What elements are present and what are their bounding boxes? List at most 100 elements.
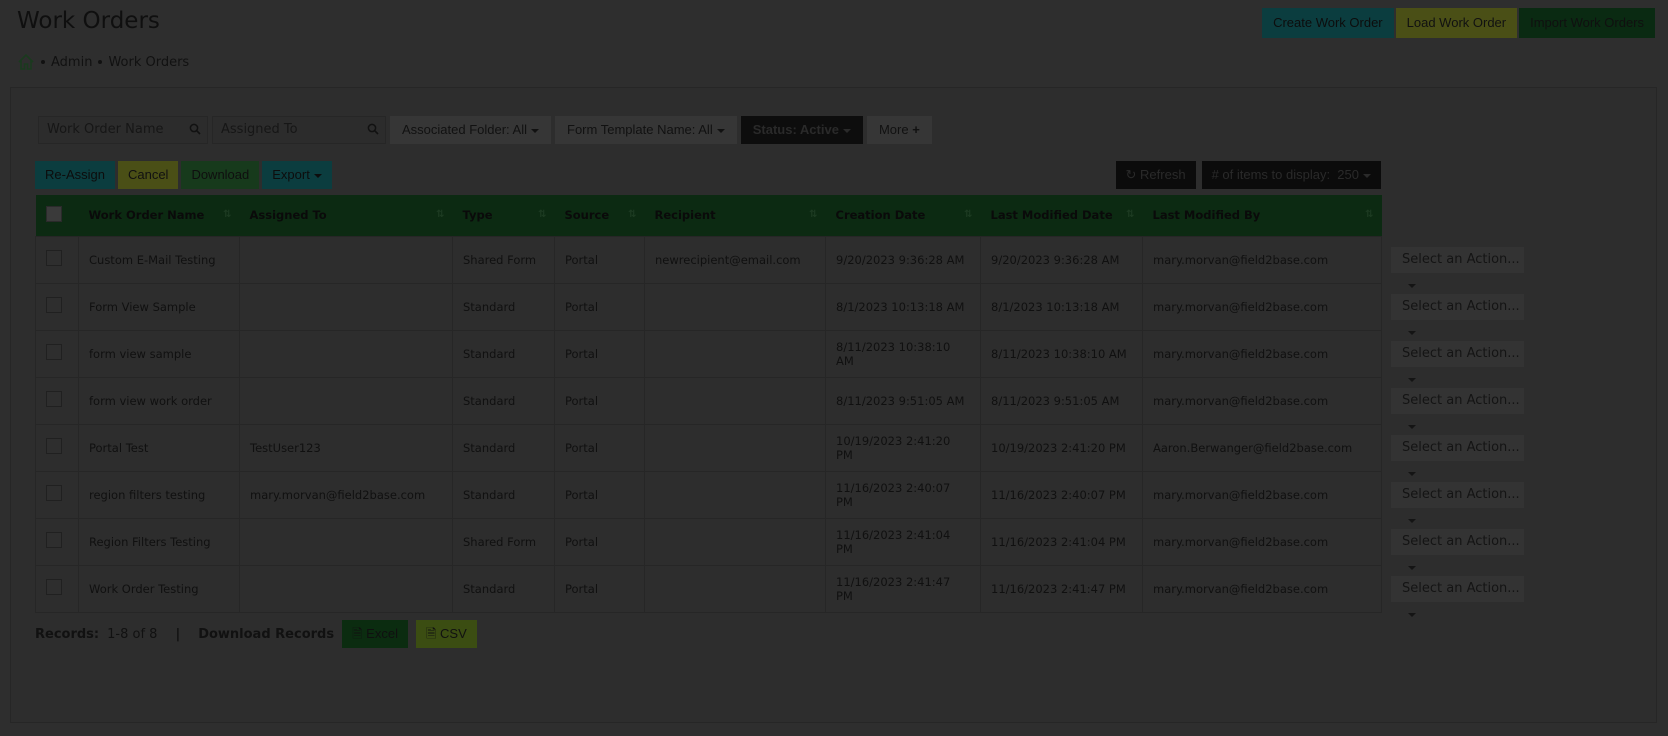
table-cell: Standard xyxy=(452,376,555,425)
row-checkbox[interactable] xyxy=(46,391,62,407)
items-per-page-value: 250 xyxy=(1337,167,1359,182)
sort-icon: ⇅ xyxy=(538,209,547,220)
table-cell: Shared Form xyxy=(452,235,555,284)
row-select-cell xyxy=(35,423,79,472)
table-row[interactable]: form view sample Standard Portal 8/11/2023 … xyxy=(35,329,1382,378)
table-cell: mary.morvan@field2base.com xyxy=(1142,282,1382,331)
table-cell: Portal xyxy=(554,564,645,613)
header-recipient[interactable]: Recipient ⇅ xyxy=(645,195,826,236)
row-action-select[interactable]: Select an Action... xyxy=(1391,435,1524,476)
table-cell: 11/16/2023 2:41:47 PM xyxy=(980,564,1143,613)
header-last-modified-by[interactable]: Last Modified By ⇅ xyxy=(1143,195,1382,236)
table-cell: mary.morvan@field2base.com xyxy=(1142,517,1382,566)
export-button[interactable]: Export xyxy=(262,161,332,189)
form-template-filter[interactable]: Form Template Name: All xyxy=(555,116,737,144)
header-last-modified-date[interactable]: Last Modified Date ⇅ xyxy=(981,195,1143,236)
excel-download-button[interactable]: 🗎 Excel xyxy=(342,620,408,648)
more-filters-button[interactable]: More + xyxy=(866,116,932,144)
chevron-down-icon xyxy=(1408,518,1416,523)
sort-icon: ⇅ xyxy=(809,209,818,220)
header-label: Work Order Name xyxy=(88,208,205,223)
table-row[interactable]: Form View Sample Standard Portal 8/1/2023 1… xyxy=(35,282,1382,331)
table-row[interactable]: Work Order Testing Standard Portal 11/16/20… xyxy=(35,564,1382,613)
chevron-down-icon xyxy=(1408,424,1416,429)
sort-icon: ⇅ xyxy=(964,209,973,220)
chevron-down-icon xyxy=(1408,377,1416,382)
chevron-down-icon xyxy=(1408,330,1416,335)
status-filter[interactable]: Status: Active xyxy=(740,116,863,144)
row-checkbox[interactable] xyxy=(46,250,62,266)
table-row[interactable]: region filters testing mary.morvan@field2… xyxy=(35,470,1382,519)
row-action-select[interactable]: Select an Action... xyxy=(1391,482,1524,523)
table-row[interactable]: form view work order Standard Portal 8/11/2… xyxy=(35,376,1382,425)
row-select-cell xyxy=(35,282,79,331)
table-cell: mary.morvan@field2base.com xyxy=(1142,235,1382,284)
table-cell: Portal xyxy=(554,517,645,566)
plus-icon: + xyxy=(912,122,920,137)
table-cell: form view work order xyxy=(78,376,240,425)
row-action-select[interactable]: Select an Action... xyxy=(1391,294,1524,335)
create-work-order-button[interactable]: Create Work Order xyxy=(1262,8,1394,38)
row-checkbox[interactable] xyxy=(46,297,62,313)
table-cell: 11/16/2023 2:41:47 PM xyxy=(825,564,981,613)
assigned-to-search[interactable]: Assigned To xyxy=(212,116,386,144)
chevron-down-icon xyxy=(1408,565,1416,570)
header-source[interactable]: Source ⇅ xyxy=(555,195,645,236)
form-template-label: Form Template Name: All xyxy=(567,122,713,137)
table-cell: 9/20/2023 9:36:28 AM xyxy=(980,235,1143,284)
table-cell: mary.morvan@field2base.com xyxy=(1142,470,1382,519)
chevron-down-icon xyxy=(531,128,540,133)
sort-icon: ⇅ xyxy=(1365,209,1374,220)
work-order-name-search[interactable]: Work Order Name xyxy=(38,116,208,144)
items-per-page-select[interactable]: # of items to display: 250 xyxy=(1201,161,1381,189)
row-action-label: Select an Action... xyxy=(1402,487,1520,502)
filter-bar: Work Order Name Assigned To Associated F… xyxy=(38,116,932,144)
row-action-select[interactable]: Select an Action... xyxy=(1391,388,1524,429)
table-cell: Portal xyxy=(554,235,645,284)
chevron-down-icon xyxy=(1408,283,1416,288)
row-checkbox[interactable] xyxy=(46,485,62,501)
csv-download-button[interactable]: 🗎 CSV xyxy=(415,620,477,648)
status-label: Status: Active xyxy=(752,122,839,137)
row-action-select[interactable]: Select an Action... xyxy=(1391,529,1524,570)
table-cell: Custom E-Mail Testing xyxy=(78,235,240,284)
row-checkbox[interactable] xyxy=(46,344,62,360)
row-checkbox[interactable] xyxy=(46,438,62,454)
table-row[interactable]: Portal Test TestUser123 Standard Portal 10/1… xyxy=(35,423,1382,472)
breadcrumb-admin[interactable]: Admin xyxy=(51,55,92,70)
load-work-order-button[interactable]: Load Work Order xyxy=(1395,8,1518,38)
header-label: Type xyxy=(462,208,493,223)
table-cell: Standard xyxy=(452,564,555,613)
select-all-checkbox[interactable] xyxy=(45,205,62,222)
search-icon xyxy=(367,123,379,135)
row-checkbox[interactable] xyxy=(46,532,62,548)
excel-file-icon: 🗎 xyxy=(352,626,363,641)
row-action-select[interactable]: Select an Action... xyxy=(1391,341,1524,382)
row-action-select[interactable]: Select an Action... xyxy=(1391,247,1524,288)
row-checkbox[interactable] xyxy=(46,579,62,595)
header-label: Last Modified By xyxy=(1152,208,1261,223)
row-action-label: Select an Action... xyxy=(1402,393,1520,408)
refresh-button[interactable]: ↻ Refresh xyxy=(1115,161,1196,189)
header-work-order-name[interactable]: Work Order Name ⇅ xyxy=(79,195,240,236)
table-cell: 11/16/2023 2:40:07 PM xyxy=(980,470,1143,519)
refresh-icon: ↻ xyxy=(1125,167,1137,182)
associated-folder-filter[interactable]: Associated Folder: All xyxy=(390,116,552,144)
row-action-select[interactable]: Select an Action... xyxy=(1391,576,1524,617)
reassign-button[interactable]: Re-Assign xyxy=(35,161,115,189)
download-button[interactable]: Download xyxy=(181,161,260,189)
header-type[interactable]: Type ⇅ xyxy=(453,195,555,236)
table-row[interactable]: Region Filters Testing Shared Form Portal 1… xyxy=(35,517,1382,566)
table-cell: Portal xyxy=(554,423,645,472)
table-row[interactable]: Custom E-Mail Testing Shared Form Portal ne… xyxy=(35,235,1382,284)
table-cell: 8/11/2023 10:38:10 AM xyxy=(825,329,981,378)
home-icon[interactable] xyxy=(17,53,35,71)
header-creation-date[interactable]: Creation Date ⇅ xyxy=(826,195,981,236)
import-work-orders-button[interactable]: Import Work Orders xyxy=(1519,8,1655,38)
header-assigned-to[interactable]: Assigned To ⇅ xyxy=(240,195,453,236)
row-select-cell xyxy=(35,376,79,425)
table-cell: mary.morvan@field2base.com xyxy=(1142,329,1382,378)
items-per-page-label: # of items to display: xyxy=(1211,167,1331,182)
table-cell: 11/16/2023 2:41:04 PM xyxy=(980,517,1143,566)
cancel-button[interactable]: Cancel xyxy=(117,161,179,189)
